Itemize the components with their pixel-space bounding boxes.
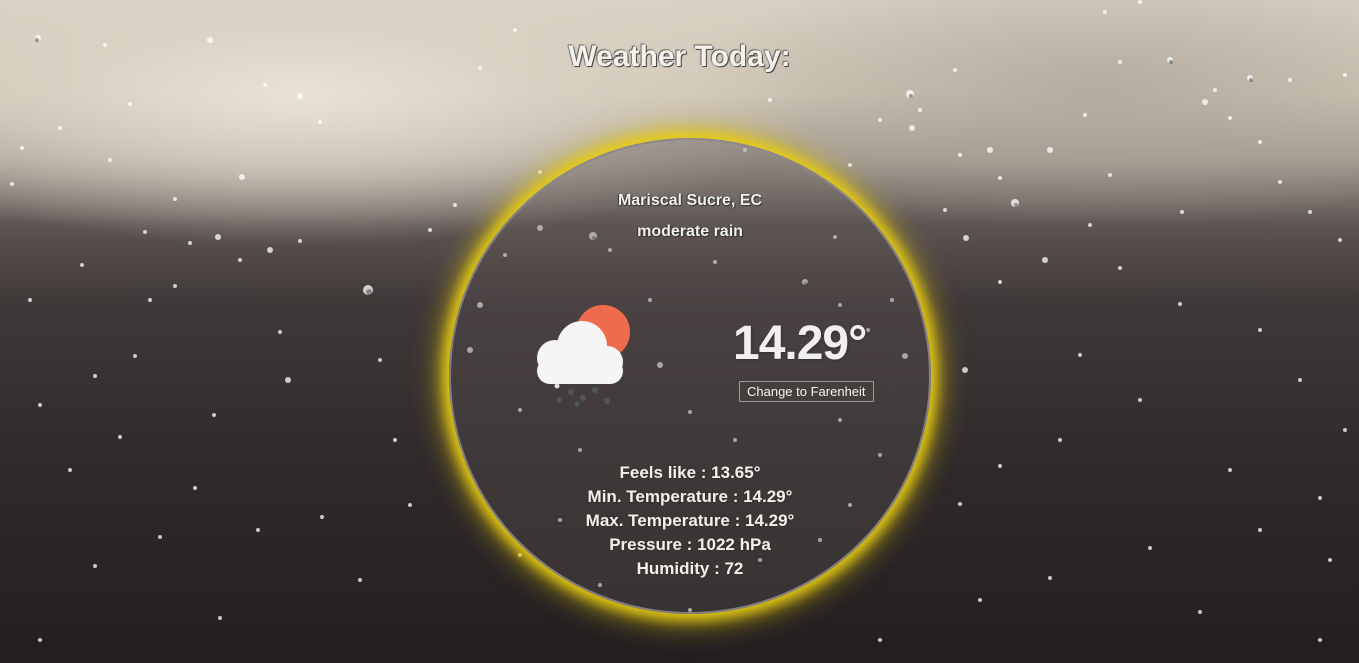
weather-card: Mariscal Sucre, EC moderate rain 14.29° … [449,138,931,614]
cloud-sun-rain-icon [537,305,630,407]
max-temperature-stat: Max. Temperature : 14.29° [585,511,795,530]
temperature-value: 14.29° [733,317,867,370]
weather-description: moderate rain [637,223,743,240]
humidity-stat: Humidity : 72 [636,559,744,578]
pressure-stat: Pressure : 1022 hPa [609,535,771,554]
location-label: Mariscal Sucre, EC [617,192,763,209]
change-unit-button[interactable]: Change to Farenheit [739,381,874,402]
min-temperature-stat: Min. Temperature : 14.29° [587,487,793,506]
weather-stats: Feels like : 13.65° Min. Temperature : 1… [451,461,929,581]
feels-like-stat: Feels like : 13.65° [619,463,761,482]
page-title: Weather Today: [568,40,791,73]
